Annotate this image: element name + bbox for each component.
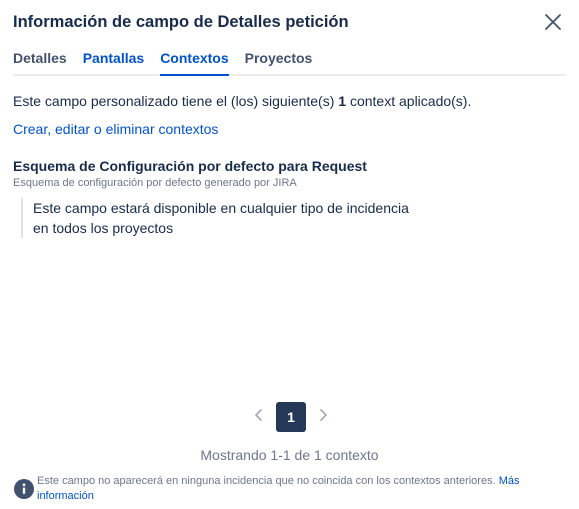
context-summary: Este campo personalizado tiene el (los) … [13,93,471,109]
pagination-status: Mostrando 1-1 de 1 contexto [200,447,379,463]
next-page-button[interactable] [312,402,334,432]
context-footnote: Este campo no aparecerá en ninguna incid… [37,474,567,504]
tab-pantallas[interactable]: Pantallas [83,50,144,74]
summary-prefix: Este campo personalizado tiene el (los) … [13,93,339,109]
scope-line-issue-types: Este campo estará disponible en cualquie… [33,200,409,216]
scheme-name: Esquema de Configuración por defecto par… [13,158,367,174]
close-icon [541,10,565,34]
tab-detalles[interactable]: Detalles [13,50,67,74]
chevron-left-icon [253,408,265,427]
previous-page-button[interactable] [248,402,270,432]
scheme-scope: Este campo estará disponible en cualquie… [21,198,409,238]
dialog-title: Información de campo de Detalles petició… [13,13,349,31]
tab-contextos[interactable]: Contextos [160,50,230,76]
footnote-text: Este campo no aparecerá en ninguna incid… [37,475,496,487]
pagination: 1 [248,402,334,432]
tab-proyectos[interactable]: Proyectos [245,50,313,74]
chevron-right-icon [317,408,329,427]
scope-line-projects: en todos los proyectos [33,220,174,236]
field-info-dialog: Información de campo de Detalles petició… [0,0,579,509]
tab-bar: Detalles Pantallas Contextos Proyectos [13,50,566,76]
summary-suffix: context aplicado(s). [346,93,472,109]
scheme-description: Esquema de configuración por defecto gen… [13,177,297,189]
manage-contexts-link[interactable]: Crear, editar o eliminar contextos [13,121,218,137]
info-icon [14,479,34,499]
page-button-current[interactable]: 1 [276,402,306,432]
close-button[interactable] [541,10,565,34]
context-count: 1 [338,93,347,109]
